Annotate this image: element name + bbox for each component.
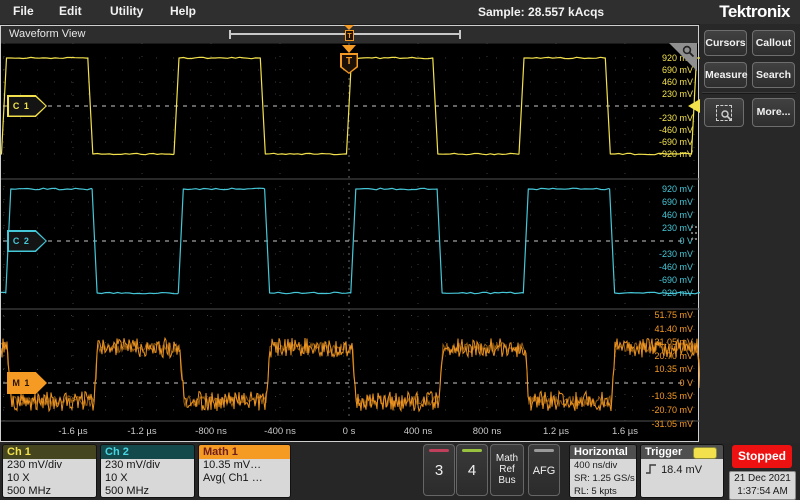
time-axis-label: 0 s — [319, 426, 379, 437]
search-button[interactable]: Search — [752, 62, 795, 88]
m1-scale-label: 20.70 mV — [654, 351, 693, 361]
trigger-source-chip — [693, 447, 717, 459]
time-axis-label: 1.2 µs — [526, 426, 586, 437]
side-panel: Cursors Callout Measure Search More... — [700, 24, 800, 500]
c1-scale-label: -920 mV — [659, 149, 693, 159]
m1-scale-label: 0 V — [679, 378, 693, 388]
c2-scale-label: 690 mV — [662, 197, 693, 207]
time-axis-label: -1.6 µs — [43, 426, 103, 437]
menu-item-utility[interactable]: Utility — [110, 4, 143, 18]
c2-scale-label: -920 mV — [659, 288, 693, 298]
trigger-position-marker-small[interactable]: T — [345, 30, 354, 41]
math1-expression: Avg( Ch1 … — [203, 472, 290, 485]
zoom-select-button[interactable] — [704, 98, 744, 127]
horizontal-panel[interactable]: Horizontal 400 ns/div SR: 1.25 GS/s RL: … — [569, 444, 637, 498]
waveform-view-header: Waveform View T — [1, 26, 698, 44]
channel-3-button[interactable]: 3 — [423, 444, 455, 496]
m1-scale-label: 41.40 mV — [654, 324, 693, 334]
math-ref-bus-button[interactable]: Math Ref Bus — [490, 444, 524, 496]
m1-scale-label: 51.75 mV — [654, 310, 693, 320]
time-axis-label: -1.2 µs — [112, 426, 172, 437]
c1-scale-label: -690 mV — [659, 137, 693, 147]
time-axis-label: -800 ns — [181, 426, 241, 437]
ch2-bandwidth: 500 MHz — [105, 485, 194, 498]
sample-rate: SR: 1.25 GS/s — [574, 472, 636, 485]
menu-item-edit[interactable]: Edit — [59, 4, 82, 18]
drag-handle-icon[interactable] — [695, 226, 697, 228]
ch3-color-stripe — [429, 449, 449, 452]
time-axis-label: 1.6 µs — [595, 426, 655, 437]
measure-button[interactable]: Measure — [704, 62, 747, 88]
channel-tag-c2[interactable]: C 2 — [7, 230, 47, 252]
afg-stripe — [534, 449, 554, 452]
magnifier-icon — [720, 109, 732, 121]
menu-item-file[interactable]: File — [13, 4, 34, 18]
menu-bar: File Edit Utility Help Sample: 28.557 kA… — [0, 0, 800, 25]
plot-area[interactable] — [1, 43, 700, 442]
c2-scale-label: 460 mV — [662, 210, 693, 220]
trigger-level: 18.4 mV — [661, 464, 702, 476]
ch1-probe: 10 X — [7, 472, 96, 485]
menu-item-help[interactable]: Help — [170, 4, 196, 18]
date: 21 Dec 2021 — [730, 472, 795, 485]
horizontal-scale: 400 ns/div — [574, 459, 636, 472]
channel-4-button[interactable]: 4 — [456, 444, 488, 496]
rising-edge-icon — [645, 462, 658, 475]
math1-badge[interactable]: Math 1 10.35 mV… Avg( Ch1 … — [198, 444, 291, 498]
time-axis-label: 800 ns — [457, 426, 517, 437]
channel-tag-c1[interactable]: C 1 — [7, 95, 47, 117]
m1-scale-label: 31.05 mV — [654, 337, 693, 347]
m1-scale-label: -10.35 mV — [651, 391, 693, 401]
tektronix-logo: Tektronix — [719, 2, 790, 22]
trigger-panel[interactable]: Trigger 18.4 mV — [640, 444, 724, 498]
ch2-probe: 10 X — [105, 472, 194, 485]
magnifier-icon — [682, 45, 695, 58]
time-axis-label: 400 ns — [388, 426, 448, 437]
ch1-scale: 230 mV/div — [7, 459, 96, 472]
datetime-display: 21 Dec 2021 1:37:54 AM — [729, 471, 796, 500]
c2-scale-label: 230 mV — [662, 223, 693, 233]
waveform-view-tab[interactable]: Waveform View — [9, 28, 85, 40]
panel-separator — [702, 92, 796, 94]
record-length: RL: 5 kpts — [574, 485, 636, 498]
ch4-color-stripe — [462, 449, 482, 452]
sample-count-readout: Sample: 28.557 kAcqs — [478, 5, 604, 19]
time-axis-label: -400 ns — [250, 426, 310, 437]
oscilloscope-app: File Edit Utility Help Sample: 28.557 kA… — [0, 0, 800, 500]
c2-scale-label: 920 mV — [662, 184, 693, 194]
c2-scale-label: -690 mV — [659, 275, 693, 285]
bottom-bar: Ch 1 230 mV/div 10 X 500 MHz Ch 2 230 mV… — [0, 443, 800, 500]
c1-scale-label: -460 mV — [659, 125, 693, 135]
ch1-badge[interactable]: Ch 1 230 mV/div 10 X 500 MHz — [2, 444, 97, 498]
c1-scale-label: 460 mV — [662, 77, 693, 87]
waveform-view-window: Waveform View T T C 1 C 2 M 1 920 mV 690… — [0, 25, 699, 442]
c2-scale-label: -460 mV — [659, 262, 693, 272]
c1-scale-label: -230 mV — [659, 113, 693, 123]
run-stop-status-button[interactable]: Stopped — [732, 445, 792, 468]
c1-scale-label: 230 mV — [662, 89, 693, 99]
m1-scale-label: 10.35 mV — [654, 364, 693, 374]
math1-scale: 10.35 mV… — [203, 459, 290, 472]
afg-button[interactable]: AFG — [528, 444, 560, 496]
trigger-marker-arrow-icon — [342, 45, 356, 53]
time: 1:37:54 AM — [730, 485, 795, 498]
c2-scale-label: -230 mV — [659, 249, 693, 259]
channel-tag-m1[interactable]: M 1 — [7, 372, 47, 394]
m1-scale-label: -20.70 mV — [651, 405, 693, 415]
ch2-badge[interactable]: Ch 2 230 mV/div 10 X 500 MHz — [100, 444, 195, 498]
c2-scale-label: 0 V — [679, 236, 693, 246]
ch2-scale: 230 mV/div — [105, 459, 194, 472]
more-button[interactable]: More... — [752, 98, 795, 127]
m1-scale-label: -31.05 mV — [651, 419, 693, 429]
cursors-button[interactable]: Cursors — [704, 30, 747, 56]
ch1-bandwidth: 500 MHz — [7, 485, 96, 498]
callout-button[interactable]: Callout — [752, 30, 795, 56]
